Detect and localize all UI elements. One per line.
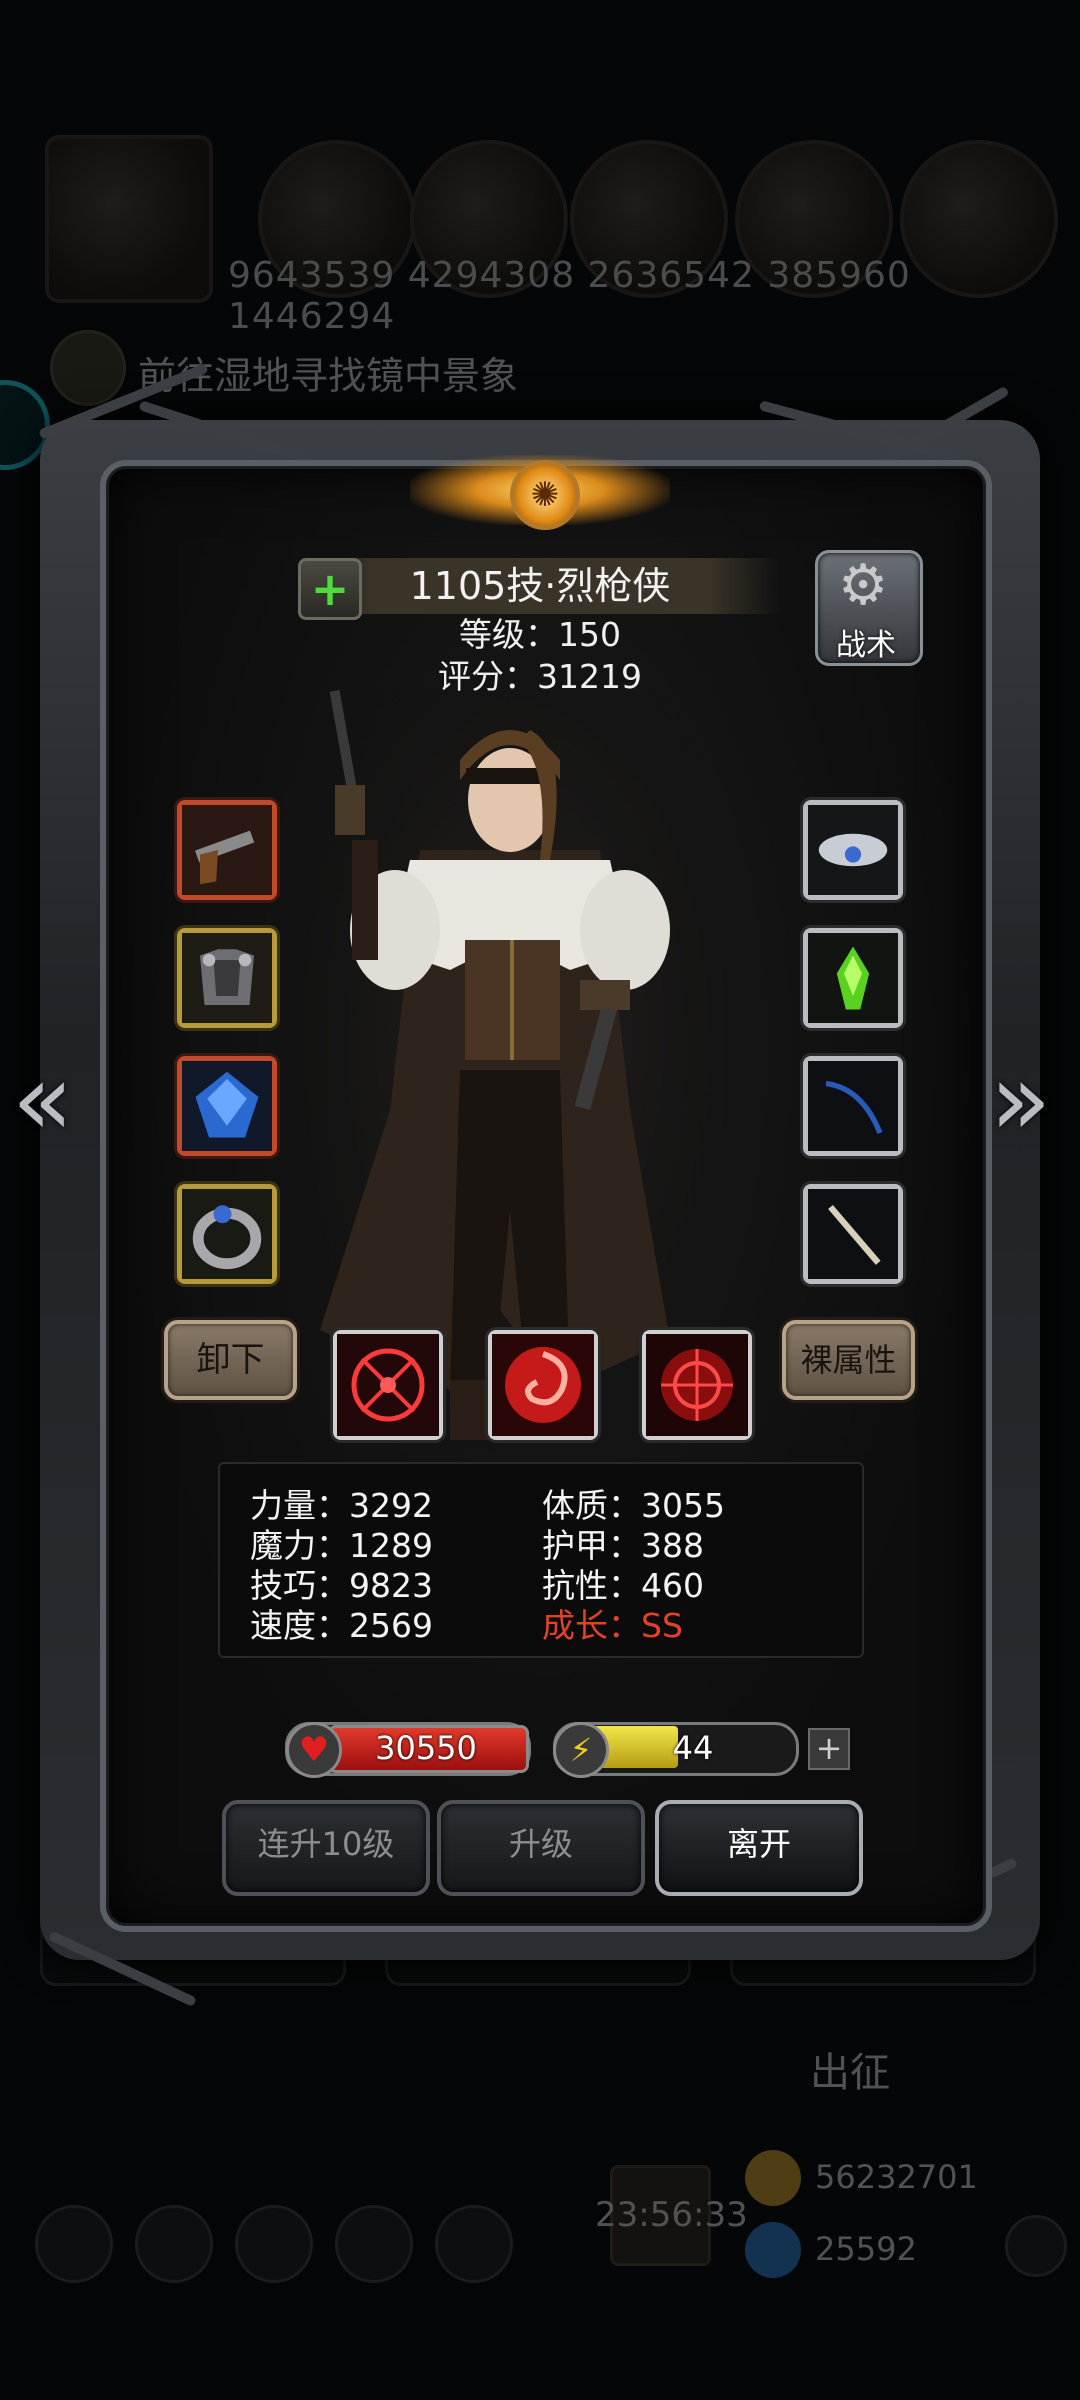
stat-skill: 技巧：9823	[250, 1566, 433, 1605]
ring-icon	[182, 1189, 272, 1279]
skill-slot-3[interactable]	[642, 1330, 752, 1440]
gear-icon: ⚙	[838, 553, 889, 618]
equip-slot-pistol[interactable]	[177, 800, 277, 900]
stat-physique: 体质：3055	[542, 1486, 725, 1525]
blue-bow-icon	[808, 1061, 898, 1151]
previous-hero-icon[interactable]: «	[12, 1050, 73, 1150]
quest-icon	[50, 330, 126, 406]
sortie-label: 出征	[810, 2050, 890, 2096]
bottom-menu-icon	[35, 2205, 113, 2283]
hero-level: 等级：150	[459, 615, 621, 654]
next-hero-icon[interactable]: »	[990, 1050, 1051, 1150]
equip-slot-crystal[interactable]	[803, 928, 903, 1028]
energy-value: 44	[672, 1729, 714, 1767]
level-up-button[interactable]: 升级	[437, 1800, 645, 1896]
skill-slot-1[interactable]	[333, 1330, 443, 1440]
bottom-menu-icon	[335, 2205, 413, 2283]
resource-values: 9643539 4294308 2636542 385960 1446294	[228, 255, 911, 337]
stat-growth: 成长：SS	[542, 1606, 683, 1645]
equip-slot-amulet[interactable]	[803, 800, 903, 900]
stat-magic: 魔力：1289	[250, 1526, 433, 1565]
stat-speed: 速度：2569	[250, 1606, 433, 1645]
hero-name: 1105技·烈枪侠	[409, 564, 671, 608]
equip-slot-ring[interactable]	[177, 1184, 277, 1284]
equip-slot-bow[interactable]	[803, 1056, 903, 1156]
gem-icon	[745, 2222, 801, 2278]
resource-slot	[45, 135, 213, 303]
unequip-button[interactable]: 卸下	[164, 1320, 297, 1400]
stat-strength: 力量：3292	[250, 1486, 433, 1525]
equip-slot-armor[interactable]	[177, 928, 277, 1028]
vortex-skill-icon	[492, 1334, 594, 1436]
skill-slot-2[interactable]	[488, 1330, 598, 1440]
gem-amount: 25592	[815, 2230, 917, 2268]
equip-slot-gem[interactable]	[177, 1056, 277, 1156]
lightning-icon: ⚡	[553, 1722, 609, 1778]
cloud-amulet-icon	[808, 805, 898, 895]
add-icon	[1005, 2215, 1067, 2277]
bottom-menu-icon	[135, 2205, 213, 2283]
tactics-label: 战术	[836, 628, 896, 663]
gold-coin-icon	[745, 2150, 801, 2206]
armor-icon	[182, 933, 272, 1023]
green-crystal-icon	[808, 933, 898, 1023]
sun-emblem-icon: ✺	[510, 460, 580, 530]
add-energy-button[interactable]: +	[808, 1728, 850, 1770]
leave-button[interactable]: 离开	[655, 1800, 863, 1896]
bottom-menu-icon	[435, 2205, 513, 2283]
level-up-10-button[interactable]: 连升10级	[222, 1800, 430, 1896]
stat-armor: 护甲：388	[542, 1526, 704, 1565]
timer: 23:56:33	[595, 2195, 748, 2235]
equip-slot-staff[interactable]	[803, 1184, 903, 1284]
bare-attributes-button[interactable]: 裸属性	[782, 1320, 915, 1400]
gold-amount: 56232701	[815, 2158, 978, 2196]
blue-gem-icon	[182, 1061, 272, 1151]
bottom-menu-icon	[235, 2205, 313, 2283]
stat-resistance: 抗性：460	[542, 1566, 704, 1605]
crosshair-skill-icon	[337, 1334, 439, 1436]
hp-value: 30550	[375, 1729, 477, 1767]
stats-panel: 力量：3292 体质：3055 魔力：1289 护甲：388 技巧：9823 抗…	[218, 1462, 864, 1658]
pistol-icon	[182, 805, 272, 895]
heart-icon: ♥	[286, 1722, 342, 1778]
target-skill-icon	[646, 1334, 748, 1436]
bone-staff-icon	[808, 1189, 898, 1279]
